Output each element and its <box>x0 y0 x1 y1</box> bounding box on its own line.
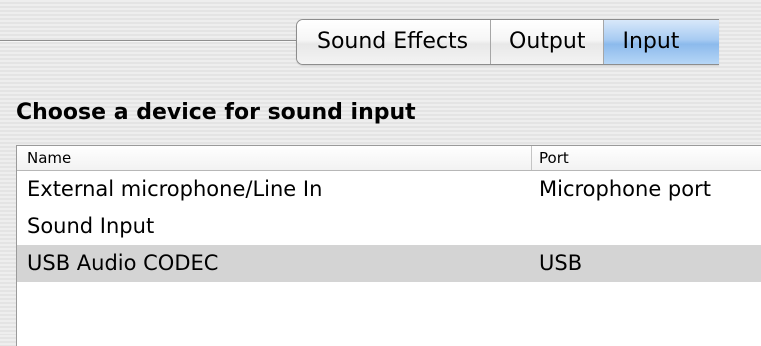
column-header-name[interactable]: Name <box>27 146 71 170</box>
table-row[interactable]: External microphone/Line In Microphone p… <box>17 171 761 208</box>
column-divider <box>531 146 532 170</box>
tab-separator-highlight <box>0 41 306 42</box>
device-port: Microphone port <box>539 177 711 201</box>
input-device-table[interactable]: Name Port External microphone/Line In Mi… <box>16 145 761 346</box>
table-row[interactable]: Sound Input <box>17 208 761 245</box>
device-port: USB <box>539 251 583 275</box>
tab-output[interactable]: Output <box>491 20 605 64</box>
section-title: Choose a device for sound input <box>16 100 416 125</box>
tab-input[interactable]: Input <box>604 20 720 64</box>
sound-tab-bar: Sound Effects Output Input <box>296 19 720 65</box>
device-name: External microphone/Line In <box>27 177 323 201</box>
device-name: Sound Input <box>27 214 155 238</box>
table-header: Name Port <box>17 146 761 171</box>
tab-sound-effects[interactable]: Sound Effects <box>297 20 492 64</box>
device-name: USB Audio CODEC <box>27 251 219 275</box>
column-header-port[interactable]: Port <box>539 146 569 170</box>
table-row-selected[interactable]: USB Audio CODEC USB <box>17 245 761 282</box>
